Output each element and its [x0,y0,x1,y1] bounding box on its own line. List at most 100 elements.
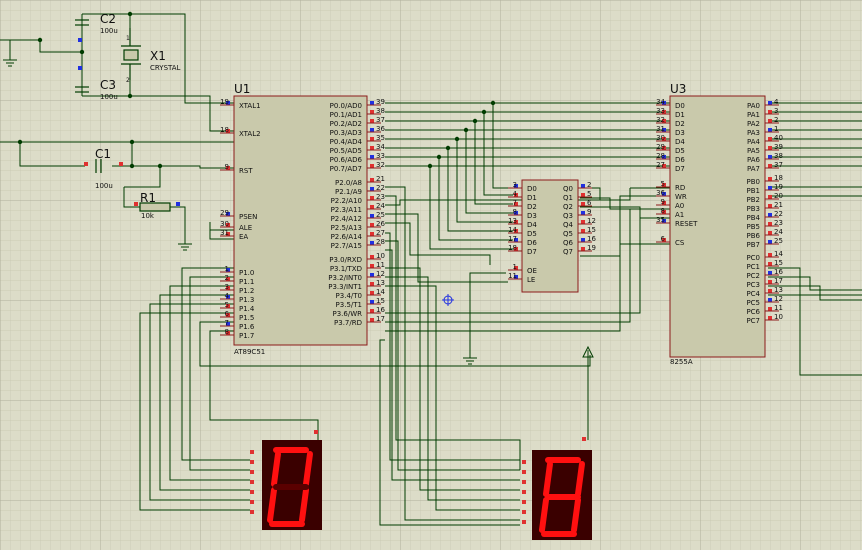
wire-junction [127,11,133,17]
u2-pin-name: Q4 [563,221,574,229]
u3-pin-name: PC7 [746,317,760,325]
u3-pin-name: A0 [675,202,684,210]
wire-junction [472,118,478,124]
u1-pin-name: P2.5/A13 [331,224,362,232]
u1-pin-name: ALE [239,224,252,232]
u3-pin-name: D4 [675,138,685,146]
u1-pin-33-marker [370,155,374,159]
u1-pin-name: P1.1 [239,278,254,286]
u1-pin-39-marker [370,101,374,105]
u3-pin-21-marker [768,204,772,208]
u1-pin-number: 24 [376,202,385,210]
u1-pin-21-marker [370,178,374,182]
u3-pin-number: 38 [774,152,783,160]
u1-ref: U1 [234,82,250,96]
u3-pin-name: RESET [675,220,698,228]
u1-pin-16-marker [370,309,374,313]
schematic-canvas[interactable]: 19 XTAL118 XTAL29 RST29 PSEN30 ALE31 EA1 P1.02 P… [0,0,862,550]
u3-pin-name: RD [675,184,685,192]
u3-pin-name: PA2 [747,120,760,128]
u3-pin-25-marker [768,240,772,244]
wire-junction [127,93,133,99]
u2-pin-number: 19 [587,244,596,252]
u2-pin-9-marker [581,211,585,215]
u3-pin-20-marker [768,195,772,199]
u3-pin-name: PB2 [747,196,760,204]
u1-pin-name: P1.7 [239,332,254,340]
u3-pin-name: D2 [675,120,685,128]
u3-pin-name: PC5 [746,299,760,307]
u3-pin-number: 36 [656,189,665,197]
u3-pin-number: 28 [656,152,665,160]
u3-pin-40-marker [768,137,772,141]
u2-pin-name: Q3 [563,212,573,220]
display-pin-marker [250,480,254,484]
u1-pin-name: P0.3/AD3 [330,129,362,137]
u1-pin-number: 25 [376,211,385,219]
u3-pin-name: PA7 [747,165,760,173]
u1-pin-name: P3.6/WR [333,310,363,318]
u2-pin-number: 12 [587,217,596,225]
u1-pin-name: P2.7/A15 [331,242,362,250]
u1-pin-number: 29 [220,209,229,217]
u3-part: 8255A [670,358,693,366]
u3-pin-name: PA1 [747,111,760,119]
u3-pin-24-marker [768,231,772,235]
display-pin-marker [522,510,526,514]
u3-pin-22-marker [768,213,772,217]
u1-pin-27-marker [370,232,374,236]
display-pin-marker [522,490,526,494]
u2-pin-name: D1 [527,194,537,202]
u1-pin-12-marker [370,273,374,277]
wire-junction [490,100,496,106]
u1-pin-number: 6 [225,310,230,318]
u2-pin-name: Q1 [563,194,573,202]
display-pin-marker [522,480,526,484]
u1-pin-number: 14 [376,288,385,296]
u3-pin-number: 24 [774,228,783,236]
u3-pin-name: PB3 [747,205,760,213]
u3-pin-number: 35 [656,216,665,224]
u1-pin-name: P2.2/A10 [331,197,362,205]
u1-pin-number: 16 [376,306,385,314]
u1-pin-number: 12 [376,270,385,278]
u3-pin-name: PB6 [747,232,761,240]
u3-pin-16-marker [768,271,772,275]
u1-pin-11-marker [370,264,374,268]
c3-ref: C3 [100,78,116,92]
u3-pin-number: 22 [774,210,783,218]
u3-pin-number: 31 [656,125,665,133]
u2-pin-16-marker [581,238,585,242]
r1-value: 10k [141,212,155,220]
u3-pin-number: 11 [774,304,783,312]
display-pin-marker [250,510,254,514]
u3-pin-number: 23 [774,219,783,227]
u3-pin-number: 8 [661,207,665,215]
u3-pin-name: PA6 [747,156,761,164]
u1-pin-name: P2.1/A9 [335,188,362,196]
u2-pin-number: 18 [508,244,517,252]
u1-pin-name: XTAL1 [239,102,261,110]
u2-pin-name: Q2 [563,203,573,211]
u2-pin-name: Q0 [563,185,573,193]
u1-pin-26-marker [370,223,374,227]
u3-pin-number: 32 [656,116,665,124]
u1-pin-number: 11 [376,261,385,269]
u2-pin-number: 15 [587,226,596,234]
u1-pin-number: 18 [220,126,229,134]
u3-pin-name: PC4 [746,290,760,298]
u1-pin-name: PSEN [239,213,257,221]
u2-pin-name: Q6 [563,239,574,247]
u2-pin-number: 16 [587,235,596,243]
u3-pin-number: 2 [774,116,778,124]
u1-pin-name: P0.6/AD6 [330,156,363,164]
segment-e [267,487,277,523]
x1-pin-2: 2 [126,77,130,84]
segment-b [575,461,585,497]
wire-junction [17,139,23,145]
u3-pin-13-marker [768,289,772,293]
u3-pin-name: D7 [675,165,685,173]
u1-pin-name: XTAL2 [239,130,261,138]
c2-value: 100u [100,27,118,35]
u2-pin-name: D7 [527,248,537,256]
